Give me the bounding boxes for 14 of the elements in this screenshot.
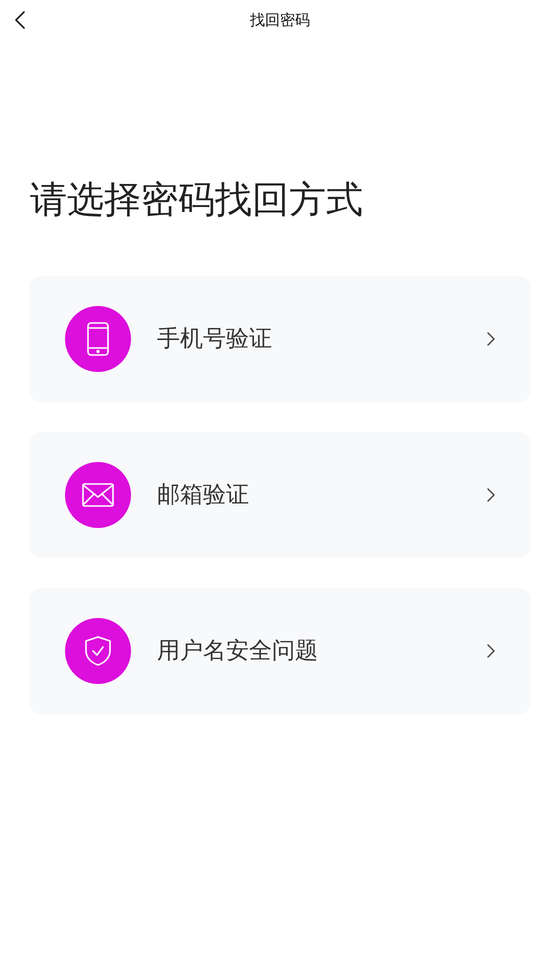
option-card[interactable]: 手机号验证: [29, 276, 531, 402]
page-title: 找回密码: [250, 10, 310, 31]
option-card[interactable]: 用户名安全问题: [29, 588, 531, 714]
option-label: 手机号验证: [157, 324, 273, 354]
shield-check-icon: [85, 636, 111, 666]
envelope-icon: [82, 483, 114, 507]
phone-icon: [87, 322, 109, 356]
option-card[interactable]: 邮箱验证: [29, 432, 531, 558]
option-label: 邮箱验证: [157, 480, 250, 510]
option-label: 用户名安全问题: [157, 636, 319, 666]
page-heading: 请选择密码找回方式: [30, 177, 364, 223]
chevron-icon: [487, 644, 495, 658]
chevron-icon: [487, 332, 495, 346]
chevron-icon: [487, 488, 495, 502]
